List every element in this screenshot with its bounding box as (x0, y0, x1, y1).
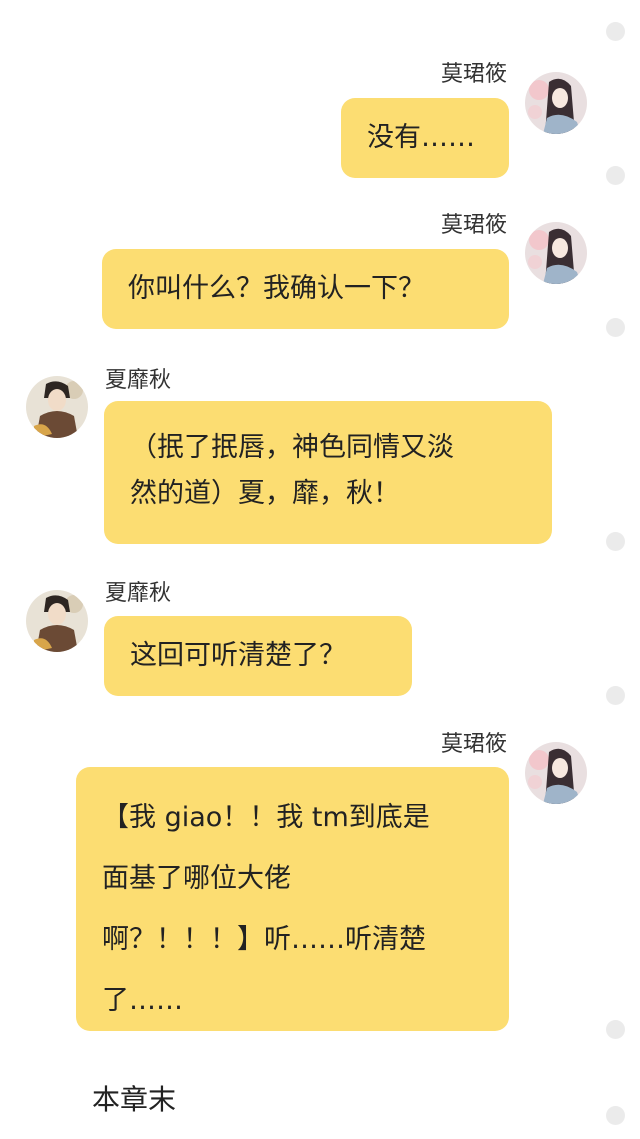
message-bubble[interactable]: 没有…… (341, 98, 509, 178)
avatar-girl-image (525, 222, 587, 284)
sender-name: 莫珺筱 (440, 62, 507, 87)
message-text: 这回可听清楚了？ (130, 640, 346, 671)
avatar[interactable] (525, 72, 587, 134)
message-bubble[interactable]: （抿了抿唇，神色同情又淡 然的道）夏，靡，秋！ (104, 401, 552, 544)
message-text: （抿了抿唇，神色同情又淡 然的道）夏，靡，秋！ (130, 432, 454, 509)
sender-name: 夏靡秋 (105, 368, 172, 393)
avatar[interactable] (26, 590, 88, 652)
message-bubble[interactable]: 这回可听清楚了？ (104, 616, 412, 696)
comment-dot[interactable] (606, 686, 625, 705)
comment-dot[interactable] (606, 166, 625, 185)
avatar[interactable] (525, 742, 587, 804)
chapter-end-label: 本章末 (92, 1083, 177, 1116)
avatar-boy-image (26, 376, 88, 438)
sender-name: 夏靡秋 (105, 581, 172, 606)
avatar-boy-image (26, 590, 88, 652)
avatar[interactable] (525, 222, 587, 284)
avatar-girl-image (525, 742, 587, 804)
comment-dot[interactable] (606, 1020, 625, 1039)
avatar-girl-image (525, 72, 587, 134)
comment-dot[interactable] (606, 22, 625, 41)
message-text: 【我 giao！！我 tm到底是 面基了哪位大佬 啊？！！！】听……听清楚 了…… (102, 802, 430, 1016)
message-bubble[interactable]: 你叫什么？我确认一下？ (102, 249, 509, 329)
comment-dot[interactable] (606, 532, 625, 551)
sender-name: 莫珺筱 (440, 732, 507, 757)
comment-dot[interactable] (606, 1106, 625, 1125)
message-text: 没有…… (367, 122, 475, 153)
message-text: 你叫什么？我确认一下？ (128, 273, 425, 304)
sender-name: 莫珺筱 (440, 213, 507, 238)
comment-dot[interactable] (606, 318, 625, 337)
avatar[interactable] (26, 376, 88, 438)
message-bubble[interactable]: 【我 giao！！我 tm到底是 面基了哪位大佬 啊？！！！】听……听清楚 了…… (76, 767, 509, 1031)
